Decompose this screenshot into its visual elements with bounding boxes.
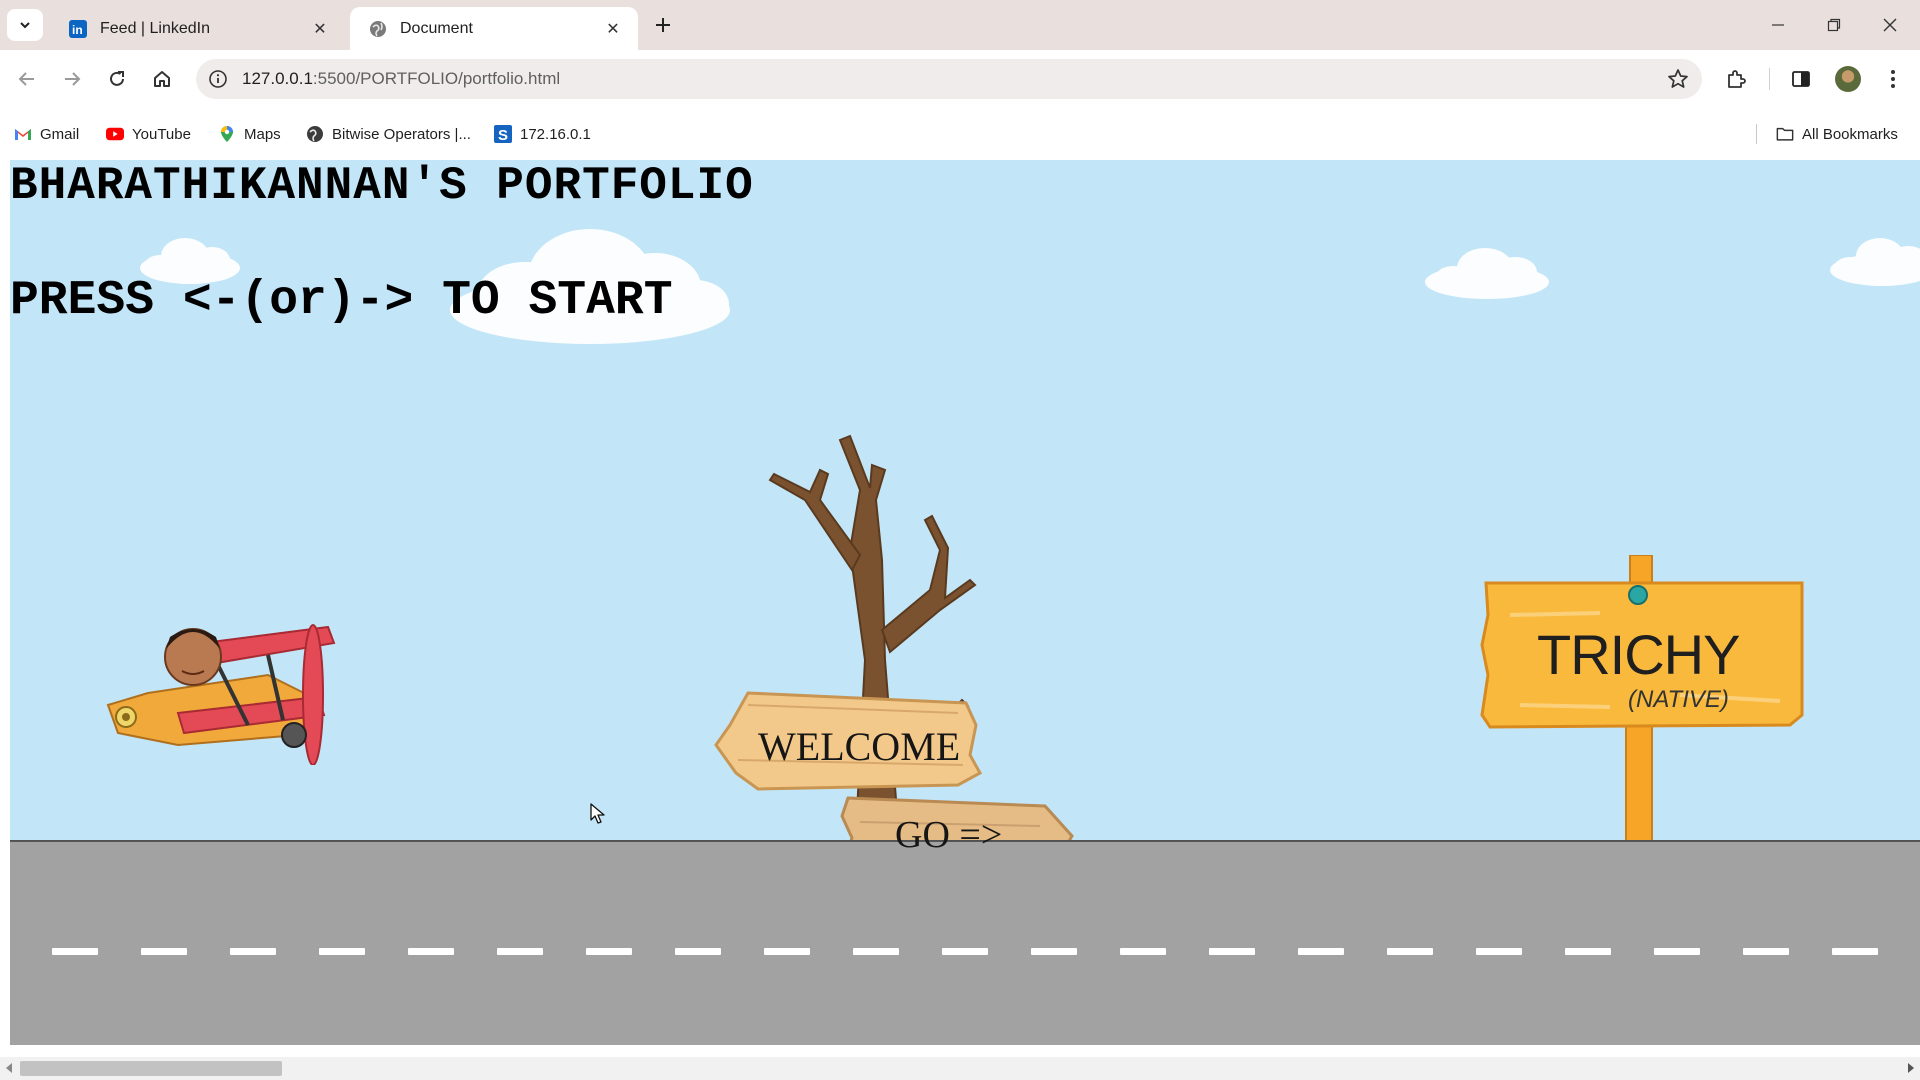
- lane-dash: [1565, 948, 1611, 955]
- bookmark-label: YouTube: [132, 125, 191, 143]
- bookmark-youtube[interactable]: YouTube: [106, 122, 191, 146]
- youtube-icon: [106, 125, 124, 143]
- go-sign-button[interactable]: GO =>: [895, 813, 1002, 857]
- profile-avatar[interactable]: [1835, 66, 1861, 92]
- side-panel-icon[interactable]: [1787, 65, 1815, 93]
- tab-linkedin[interactable]: in Feed | LinkedIn ✕: [50, 7, 345, 50]
- lane-dash: [408, 948, 454, 955]
- close-tab-icon[interactable]: ✕: [602, 18, 624, 40]
- back-button[interactable]: [10, 62, 44, 96]
- close-tab-icon[interactable]: ✕: [309, 18, 331, 40]
- lane-dash: [675, 948, 721, 955]
- url-host: 127.0.0.1: [242, 69, 313, 88]
- page-viewport: BHARATHIKANNAN'S PORTFOLIO PRESS <-(or)-…: [0, 160, 1920, 1057]
- all-bookmarks-label: All Bookmarks: [1802, 125, 1898, 143]
- scroll-right-icon[interactable]: [1902, 1060, 1918, 1076]
- tab-title: Document: [400, 19, 473, 37]
- all-bookmarks-button[interactable]: All Bookmarks: [1776, 122, 1898, 146]
- bookmark-bitwise[interactable]: Bitwise Operators |...: [306, 122, 471, 146]
- s-icon: S: [494, 125, 512, 143]
- bookmark-star-icon[interactable]: [1666, 67, 1690, 91]
- address-bar[interactable]: 127.0.0.1:5500/PORTFOLIO/portfolio.html: [196, 59, 1702, 99]
- lane-dash: [853, 948, 899, 955]
- lane-dash: [1031, 948, 1077, 955]
- horizontal-scrollbar[interactable]: [0, 1057, 1920, 1080]
- bookmark-gmail[interactable]: Gmail: [14, 122, 79, 146]
- extensions-icon[interactable]: [1722, 65, 1750, 93]
- lane-dash: [1209, 948, 1255, 955]
- home-icon: [154, 71, 170, 87]
- minimize-icon: [1772, 24, 1784, 26]
- maps-icon: [218, 125, 236, 143]
- url-path: :5500/PORTFOLIO/portfolio.html: [312, 69, 561, 88]
- cloud-icon: [1830, 238, 1920, 286]
- bookmarks-bar: Gmail YouTube Maps Bitwise Operators |..…: [0, 108, 1920, 160]
- arrow-left-icon: [18, 72, 34, 86]
- bookmark-172[interactable]: S 172.16.0.1: [494, 122, 591, 146]
- new-tab-button[interactable]: [650, 12, 676, 38]
- lane-dash: [1387, 948, 1433, 955]
- close-icon: [1883, 18, 1897, 32]
- bookmarks-divider: [1756, 124, 1757, 144]
- toolbar-divider: [1769, 68, 1770, 90]
- scrollbar-thumb[interactable]: [20, 1061, 282, 1076]
- lane-dash: [1832, 948, 1878, 955]
- lane-dash: [230, 948, 276, 955]
- svg-text:in: in: [72, 23, 83, 37]
- reload-button[interactable]: [100, 62, 134, 96]
- folder-icon: [1776, 125, 1794, 143]
- globe-icon: [306, 125, 324, 143]
- bookmark-label: Gmail: [40, 125, 80, 143]
- lane-dash: [942, 948, 988, 955]
- globe-icon: [368, 19, 388, 39]
- lane-dash: [1120, 948, 1166, 955]
- url-text[interactable]: 127.0.0.1:5500/PORTFOLIO/portfolio.html: [242, 69, 560, 89]
- arrow-right-icon: [65, 72, 81, 86]
- lane-dash: [319, 948, 365, 955]
- lane-dash: [1298, 948, 1344, 955]
- bookmark-label: 172.16.0.1: [520, 125, 591, 143]
- forward-button[interactable]: [55, 62, 89, 96]
- reload-icon: [110, 71, 124, 86]
- cloud-icon: [1425, 248, 1549, 299]
- chevron-down-icon: [20, 22, 30, 29]
- gmail-icon: [14, 125, 32, 143]
- scroll-left-icon[interactable]: [2, 1060, 18, 1076]
- restore-icon: [1827, 18, 1841, 32]
- bookmark-label: Bitwise Operators |...: [332, 125, 471, 143]
- game-scene[interactable]: BHARATHIKANNAN'S PORTFOLIO PRESS <-(or)-…: [10, 160, 1920, 1045]
- browser-toolbar: 127.0.0.1:5500/PORTFOLIO/portfolio.html: [0, 50, 1920, 108]
- lane-dash: [1743, 948, 1789, 955]
- lane-dash: [141, 948, 187, 955]
- mouse-cursor-icon: [590, 803, 605, 824]
- lane-dash: [52, 948, 98, 955]
- page-title: BHARATHIKANNAN'S PORTFOLIO: [10, 160, 754, 212]
- restore-button[interactable]: [1806, 0, 1862, 50]
- road: [10, 842, 1920, 1045]
- lane-dash: [764, 948, 810, 955]
- site-info-icon[interactable]: [206, 67, 230, 91]
- lane-dash: [586, 948, 632, 955]
- plus-icon: [656, 18, 670, 32]
- linkedin-icon: in: [68, 19, 88, 39]
- minimize-button[interactable]: [1750, 0, 1806, 50]
- trichy-sign-note: (NATIVE): [1628, 686, 1729, 713]
- lane-dash: [1476, 948, 1522, 955]
- lane-dash: [497, 948, 543, 955]
- bookmark-maps[interactable]: Maps: [218, 122, 281, 146]
- start-instruction: PRESS <-(or)-> TO START: [10, 274, 673, 328]
- close-window-button[interactable]: [1862, 0, 1918, 50]
- menu-kebab-icon[interactable]: [1879, 65, 1907, 93]
- tab-strip: in Feed | LinkedIn ✕ Document ✕: [0, 0, 1920, 50]
- tab-document[interactable]: Document ✕: [350, 7, 638, 50]
- airplane-character[interactable]: [98, 605, 368, 765]
- svg-text:S: S: [498, 127, 508, 143]
- tab-search-button[interactable]: [7, 9, 43, 41]
- bookmark-label: Maps: [244, 125, 281, 143]
- welcome-sign: WELCOME: [758, 724, 961, 769]
- tab-title: Feed | LinkedIn: [100, 19, 211, 37]
- home-button[interactable]: [145, 62, 179, 96]
- trichy-sign-title: TRICHY: [1537, 623, 1740, 686]
- lane-dash: [1654, 948, 1700, 955]
